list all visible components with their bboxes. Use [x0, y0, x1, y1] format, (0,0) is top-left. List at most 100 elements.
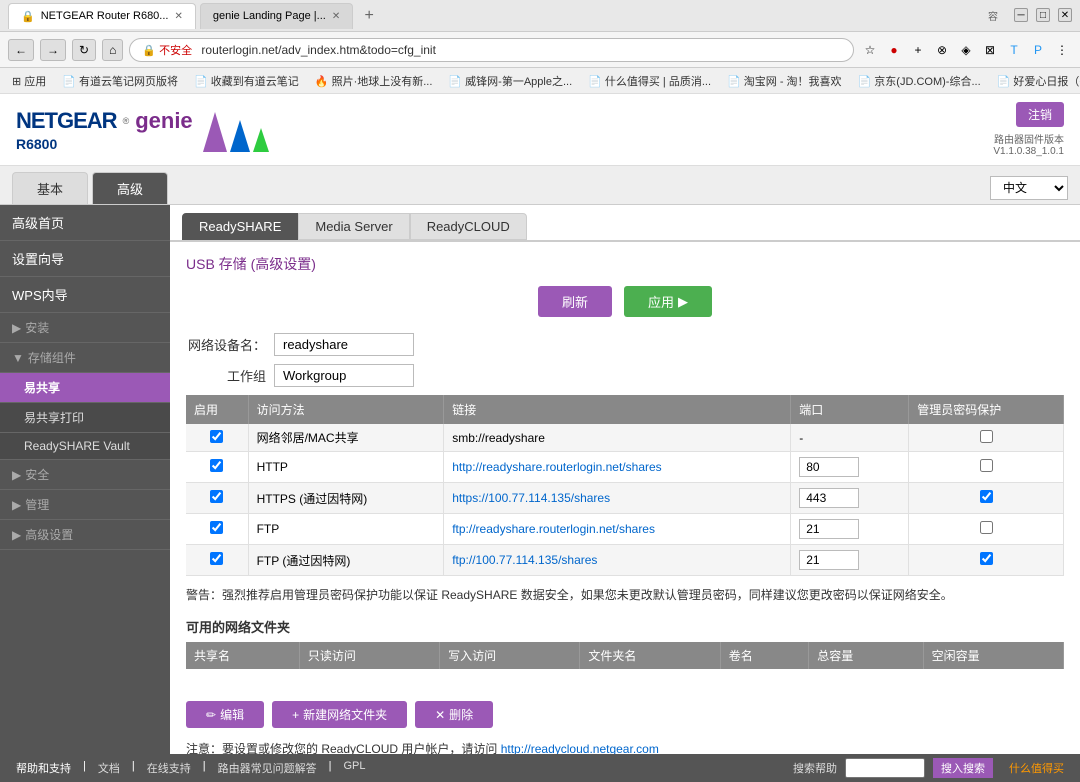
- sidebar-section-advanced[interactable]: ▶高级设置: [0, 520, 170, 550]
- sidebar-section-security[interactable]: ▶安全: [0, 460, 170, 490]
- refresh-button[interactable]: 刷新: [538, 286, 612, 317]
- cb-ftp-wan[interactable]: [210, 552, 223, 565]
- bookmark-4[interactable]: 📄 威锋网-第一Apple之...: [444, 71, 576, 91]
- close-button[interactable]: ✕: [1058, 8, 1072, 22]
- forward-button[interactable]: →: [40, 39, 66, 61]
- device-name-row: 网络设备名：: [186, 333, 1064, 356]
- bookmark-6[interactable]: 📄 淘宝网 - 淘！我喜欢: [723, 71, 846, 91]
- method-smb: 网络邻居/MAC共享: [248, 424, 444, 452]
- maximize-button[interactable]: □: [1036, 8, 1050, 22]
- new-folder-button[interactable]: + 新建网络文件夹: [272, 701, 407, 728]
- table-header-row: 启用 访问方法 链接 端口 管理员密码保护: [186, 395, 1064, 424]
- footer-link-gpl[interactable]: GPL: [343, 760, 365, 776]
- nav-icon-6[interactable]: P: [1028, 40, 1048, 60]
- col-total: 总容量: [809, 642, 923, 669]
- folder-actions: ✏ 编辑 + 新建网络文件夹 ✕ 删除: [186, 701, 1064, 728]
- apply-button[interactable]: 应用 ▶: [624, 286, 712, 317]
- bookmark-2[interactable]: 📄 收藏到有道云笔记: [190, 71, 303, 91]
- pinterest-icon[interactable]: ●: [884, 40, 904, 60]
- reload-button[interactable]: ↻: [72, 39, 96, 61]
- tab-advanced[interactable]: 高级: [92, 172, 168, 204]
- address-bar[interactable]: 🔒 不安全 routerlogin.net/adv_index.htm&todo…: [129, 38, 854, 62]
- sub-tab-readyshare[interactable]: ReadySHARE: [182, 213, 298, 240]
- sidebar-item-wps[interactable]: WPS内导: [0, 277, 170, 313]
- footer-sep-4: |: [329, 760, 332, 776]
- body-layout: 高级首页 设置向导 WPS内导 ▶安装 ▼存储组件 易共享 易共享打印 Read…: [0, 205, 1080, 754]
- table-row-http: HTTP http://readyshare.routerlogin.net/s…: [186, 452, 1064, 483]
- bookmark-3[interactable]: 🔥 照片·地球上没有新...: [311, 71, 437, 91]
- cb-smb[interactable]: [210, 430, 223, 443]
- cb-http[interactable]: [210, 459, 223, 472]
- close-tab-0[interactable]: ✕: [174, 11, 182, 22]
- sidebar-section-install[interactable]: ▶安装: [0, 313, 170, 343]
- col-volume: 卷名: [720, 642, 809, 669]
- delete-folder-button[interactable]: ✕ 删除: [415, 701, 493, 728]
- footer-link-support[interactable]: 在线支持: [147, 760, 191, 776]
- sidebar-sub-readyshare[interactable]: 易共享: [0, 373, 170, 403]
- netgear-logo: NETGEAR ® genie R6800: [16, 108, 193, 152]
- language-select[interactable]: 中文 English: [990, 176, 1068, 200]
- port-ftp[interactable]: [799, 519, 859, 539]
- nav-icon-5[interactable]: T: [1004, 40, 1024, 60]
- new-tab-button[interactable]: +: [357, 4, 381, 28]
- tab-inactive[interactable]: genie Landing Page |... ✕: [200, 3, 353, 29]
- logo-wrapper: NETGEAR ® genie R6800: [16, 108, 269, 152]
- sidebar-sub-vault[interactable]: ReadySHARE Vault: [0, 433, 170, 460]
- cb-https[interactable]: [210, 490, 223, 503]
- edit-folder-button[interactable]: ✏ 编辑: [186, 701, 264, 728]
- footer-link-docs[interactable]: 文档: [98, 760, 120, 776]
- nav-icon-3[interactable]: ◈: [956, 40, 976, 60]
- sidebar-section-storage[interactable]: ▼存储组件: [0, 343, 170, 373]
- tab-basic[interactable]: 基本: [12, 172, 88, 204]
- link-ftp-wan[interactable]: ftp://100.77.114.135/shares: [444, 545, 791, 576]
- bookmark-apps[interactable]: ⊞ 应用: [8, 71, 50, 91]
- nav-bar: ← → ↻ ⌂ 🔒 不安全 routerlogin.net/adv_index.…: [0, 32, 1080, 68]
- nav-icon-4[interactable]: ⊠: [980, 40, 1000, 60]
- nav-icon-2[interactable]: ⊗: [932, 40, 952, 60]
- minimize-button[interactable]: ─: [1014, 8, 1028, 22]
- star-icon[interactable]: ☆: [860, 40, 880, 60]
- menu-icon[interactable]: ⋮: [1052, 40, 1072, 60]
- trademark-symbol: ®: [123, 116, 130, 126]
- bookmark-5[interactable]: 📄 什么值得买 | 品质消...: [584, 71, 715, 91]
- footer-link-faq[interactable]: 路由器常见问题解答: [218, 760, 317, 776]
- port-https[interactable]: [799, 488, 859, 508]
- link-http[interactable]: http://readyshare.routerlogin.net/shares: [444, 452, 791, 483]
- bookmark-1[interactable]: 📄 有道云笔记网页版将: [58, 71, 182, 91]
- link-ftp[interactable]: ftp://readyshare.routerlogin.net/shares: [444, 514, 791, 545]
- bookmark-7[interactable]: 📄 京东(JD.COM)-综合...: [854, 71, 985, 91]
- footer-search-input[interactable]: [845, 758, 925, 778]
- folders-empty-row: [186, 669, 1064, 693]
- protect-smb[interactable]: [980, 430, 993, 443]
- protect-https[interactable]: [980, 490, 993, 503]
- sidebar-sub-print[interactable]: 易共享打印: [0, 403, 170, 433]
- nav-icon-1[interactable]: +: [908, 40, 928, 60]
- protect-ftp-wan[interactable]: [980, 552, 993, 565]
- back-button[interactable]: ←: [8, 39, 34, 61]
- section-title[interactable]: USB 存储 (高级设置): [186, 254, 1064, 274]
- port-ftp-wan[interactable]: [799, 550, 859, 570]
- sub-tab-media-server[interactable]: Media Server: [298, 213, 409, 240]
- sub-tab-readycloud[interactable]: ReadyCLOUD: [410, 213, 527, 240]
- cloud-link[interactable]: http://readycloud.netgear.com: [501, 742, 659, 754]
- logo-top: NETGEAR ® genie: [16, 108, 193, 134]
- brand-netgear: NETGEAR: [16, 108, 117, 134]
- port-http[interactable]: [799, 457, 859, 477]
- cb-ftp[interactable]: [210, 521, 223, 534]
- protect-http[interactable]: [980, 459, 993, 472]
- col-read-access: 只读访问: [299, 642, 439, 669]
- protect-ftp[interactable]: [980, 521, 993, 534]
- home-button[interactable]: ⌂: [102, 39, 123, 61]
- link-https[interactable]: https://100.77.114.135/shares: [444, 483, 791, 514]
- sidebar-item-setup[interactable]: 设置向导: [0, 241, 170, 277]
- bookmark-8[interactable]: 📄 好爱心日报（QDaily...: [993, 71, 1080, 91]
- sidebar-item-home[interactable]: 高级首页: [0, 205, 170, 241]
- footer-search-button[interactable]: 搜入搜索: [933, 758, 993, 778]
- workgroup-input[interactable]: [274, 364, 414, 387]
- close-tab-1[interactable]: ✕: [332, 11, 340, 22]
- device-name-input[interactable]: [274, 333, 414, 356]
- logout-button[interactable]: 注销: [1016, 102, 1064, 127]
- tab-active[interactable]: 🔒 NETGEAR Router R680... ✕: [8, 3, 196, 29]
- sidebar-section-manage[interactable]: ▶管理: [0, 490, 170, 520]
- col-folder-name: 文件夹名: [580, 642, 720, 669]
